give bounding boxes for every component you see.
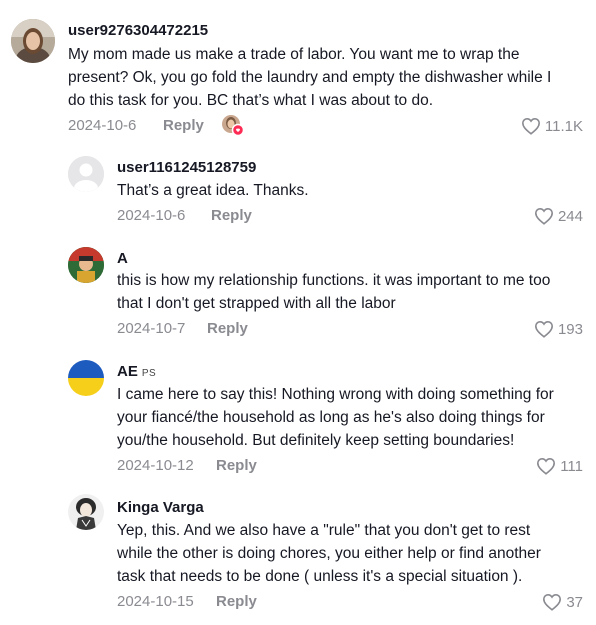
comment-meta: 2024-10-6 Reply 11.1K bbox=[68, 114, 596, 138]
comment: user9276304472215 My mom made us make a … bbox=[0, 0, 596, 140]
avatar[interactable] bbox=[68, 360, 104, 396]
reply-button[interactable]: Reply bbox=[216, 457, 257, 474]
comment-username[interactable]: Kinga Varga bbox=[117, 499, 204, 516]
like-button[interactable]: 11.1K bbox=[521, 117, 583, 135]
comment-text: I came here to say this! Nothing wrong w… bbox=[117, 383, 554, 452]
avatar[interactable] bbox=[68, 494, 104, 530]
like-button[interactable]: 111 bbox=[536, 457, 583, 475]
heart-icon bbox=[534, 320, 553, 338]
like-count: 244 bbox=[557, 207, 583, 225]
comment-username[interactable]: A bbox=[117, 250, 128, 267]
user-illustration-icon bbox=[68, 494, 104, 530]
reply-button[interactable]: Reply bbox=[211, 207, 252, 224]
comment-text: That’s a great idea. Thanks. bbox=[117, 179, 309, 202]
reply-comment: AE PS I came here to say this! Nothing wr… bbox=[0, 350, 596, 490]
reply-comment: A this is how my relationship functions.… bbox=[0, 232, 596, 350]
heart-icon bbox=[521, 117, 540, 135]
reply-comment: Kinga Varga Yep, this. And we also have … bbox=[0, 490, 596, 625]
comment-text-line: do this task for you. BC that’s what I w… bbox=[68, 92, 434, 109]
comment-meta: 2024-10-6 Reply 244 bbox=[117, 207, 596, 227]
comment-username[interactable]: user9276304472215 bbox=[68, 22, 208, 39]
user-photo-icon bbox=[11, 19, 55, 63]
comment-text: this is how my relationship functions. i… bbox=[117, 269, 550, 315]
comment-text: Yep, this. And we also have a "rule" tha… bbox=[117, 519, 541, 588]
like-button[interactable]: 37 bbox=[542, 593, 583, 611]
comment-date: 2024-10-6 bbox=[117, 207, 186, 224]
reply-comment: user1161245128759 That’s a great idea. T… bbox=[0, 140, 596, 232]
comment-date: 2024-10-12 bbox=[117, 457, 194, 474]
like-count: 111 bbox=[560, 457, 583, 475]
comment-meta: 2024-10-7 Reply 193 bbox=[117, 320, 596, 340]
comment-username[interactable]: user1161245128759 bbox=[117, 159, 256, 176]
reply-button[interactable]: Reply bbox=[207, 320, 248, 337]
avatar[interactable] bbox=[68, 156, 104, 192]
comment-text-line: this is how my relationship functions. i… bbox=[117, 272, 551, 289]
heart-icon bbox=[534, 207, 553, 225]
comment-text-line: you/the household. But definitely keep s… bbox=[117, 432, 515, 449]
comment-text-line: Yep, this. And we also have a "rule" tha… bbox=[117, 522, 531, 539]
comment-meta: 2024-10-15 Reply 37 bbox=[117, 593, 596, 613]
like-count: 37 bbox=[566, 593, 583, 611]
creator-liked-avatar bbox=[221, 114, 245, 138]
comment-text-line: That’s a great idea. Thanks. bbox=[117, 182, 309, 199]
comment-date: 2024-10-15 bbox=[117, 593, 194, 610]
comment-text-line: task that needs to be done ( unless it's… bbox=[117, 568, 523, 585]
comment-text-line: your fiancé/the household as long as he'… bbox=[117, 409, 545, 426]
heart-icon bbox=[537, 457, 556, 475]
reply-button[interactable]: Reply bbox=[163, 117, 204, 134]
username-text: AE bbox=[117, 363, 138, 380]
heart-icon bbox=[543, 593, 562, 611]
avatar[interactable] bbox=[11, 19, 55, 63]
comment-text-line: I came here to say this! Nothing wrong w… bbox=[117, 386, 554, 403]
comment-text: My mom made us make a trade of labor. Yo… bbox=[68, 43, 551, 112]
ukraine-flag-icon bbox=[68, 360, 104, 396]
comment-meta: 2024-10-12 Reply 111 bbox=[117, 457, 596, 477]
like-button[interactable]: 193 bbox=[534, 320, 583, 338]
comment-date: 2024-10-6 bbox=[68, 117, 137, 134]
comment-username[interactable]: AE PS bbox=[117, 363, 156, 380]
comment-text-line: present? Ok, you go fold the laundry and… bbox=[68, 69, 552, 86]
comment-text-line: that I don't get strapped with all the l… bbox=[117, 295, 396, 312]
like-count: 11.1K bbox=[544, 117, 583, 135]
comment-text-line: while the other is doing chores, you eit… bbox=[117, 545, 541, 562]
reply-button[interactable]: Reply bbox=[216, 593, 257, 610]
user-photo-icon bbox=[68, 247, 104, 283]
avatar[interactable] bbox=[68, 247, 104, 283]
username-suffix: PS bbox=[141, 368, 157, 379]
comment-text-line: My mom made us make a trade of labor. Yo… bbox=[68, 46, 520, 63]
like-button[interactable]: 244 bbox=[534, 207, 583, 225]
comment-date: 2024-10-7 bbox=[117, 320, 186, 337]
like-count: 193 bbox=[557, 320, 583, 338]
default-avatar-icon bbox=[68, 156, 104, 192]
